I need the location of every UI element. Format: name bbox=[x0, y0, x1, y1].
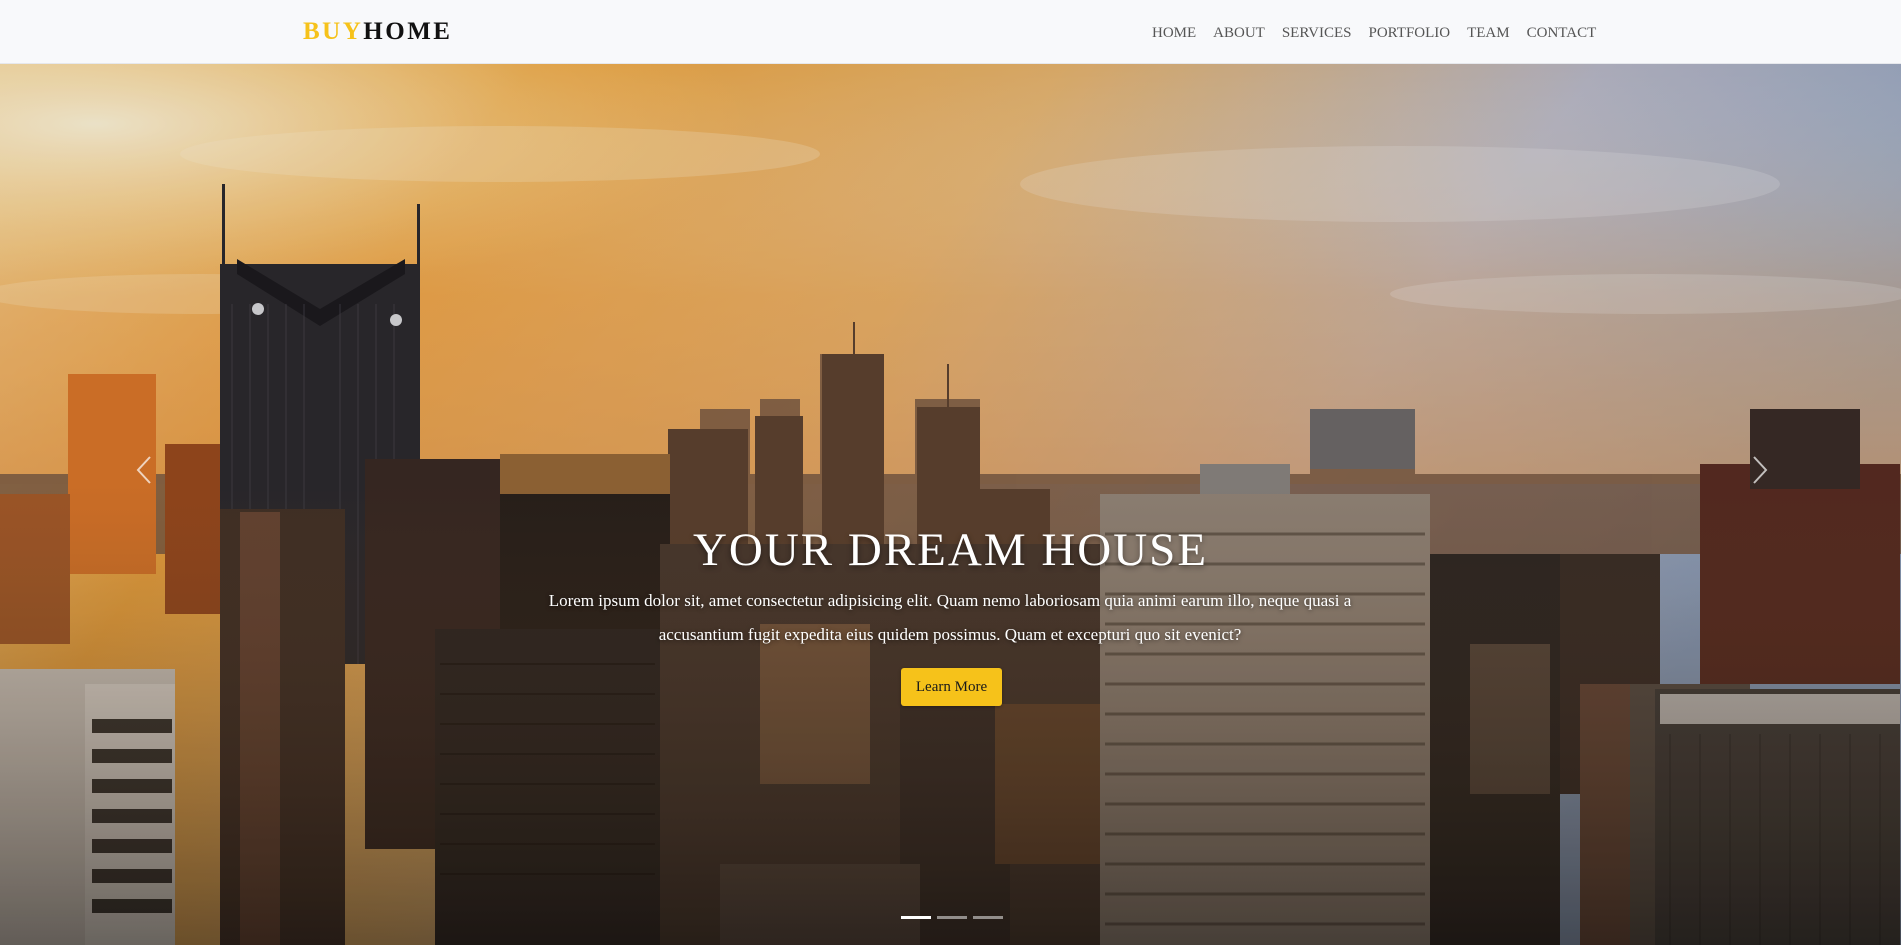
hero-title: YOUR DREAM HOUSE bbox=[692, 524, 1209, 576]
carousel-indicators bbox=[901, 916, 1003, 919]
chevron-right-icon bbox=[1753, 456, 1768, 484]
hero-description: Lorem ipsum dolor sit, amet consectetur … bbox=[548, 591, 1352, 644]
brand-logo-part2: HOME bbox=[363, 18, 453, 45]
carousel-indicator-3[interactable] bbox=[973, 916, 1003, 919]
navbar: BUYHOME HOME ABOUT SERVICES PORTFOLIO TE… bbox=[0, 0, 1901, 64]
carousel-indicator-2[interactable] bbox=[937, 916, 967, 919]
learn-more-button[interactable]: Learn More bbox=[901, 668, 1002, 706]
nav-menu: HOME ABOUT SERVICES PORTFOLIO TEAM CONTA… bbox=[1152, 22, 1596, 44]
carousel-indicator-1[interactable] bbox=[901, 916, 931, 919]
nav-item-team[interactable]: TEAM bbox=[1467, 25, 1510, 41]
carousel-next-button[interactable] bbox=[1740, 450, 1780, 490]
nav-item-services[interactable]: SERVICES bbox=[1282, 25, 1352, 41]
carousel-prev-button[interactable] bbox=[124, 450, 164, 490]
hero-overlay bbox=[0, 64, 1901, 945]
nav-item-home[interactable]: HOME bbox=[1152, 25, 1196, 41]
brand-logo[interactable]: BUYHOME bbox=[303, 17, 452, 47]
chevron-left-icon bbox=[136, 456, 151, 484]
nav-item-contact[interactable]: CONTACT bbox=[1527, 25, 1597, 41]
nav-item-portfolio[interactable]: PORTFOLIO bbox=[1369, 25, 1451, 41]
nav-item-about[interactable]: ABOUT bbox=[1213, 25, 1265, 41]
hero-carousel: YOUR DREAM HOUSE Lorem ipsum dolor sit, … bbox=[0, 64, 1901, 945]
brand-logo-part1: BUY bbox=[303, 18, 364, 45]
